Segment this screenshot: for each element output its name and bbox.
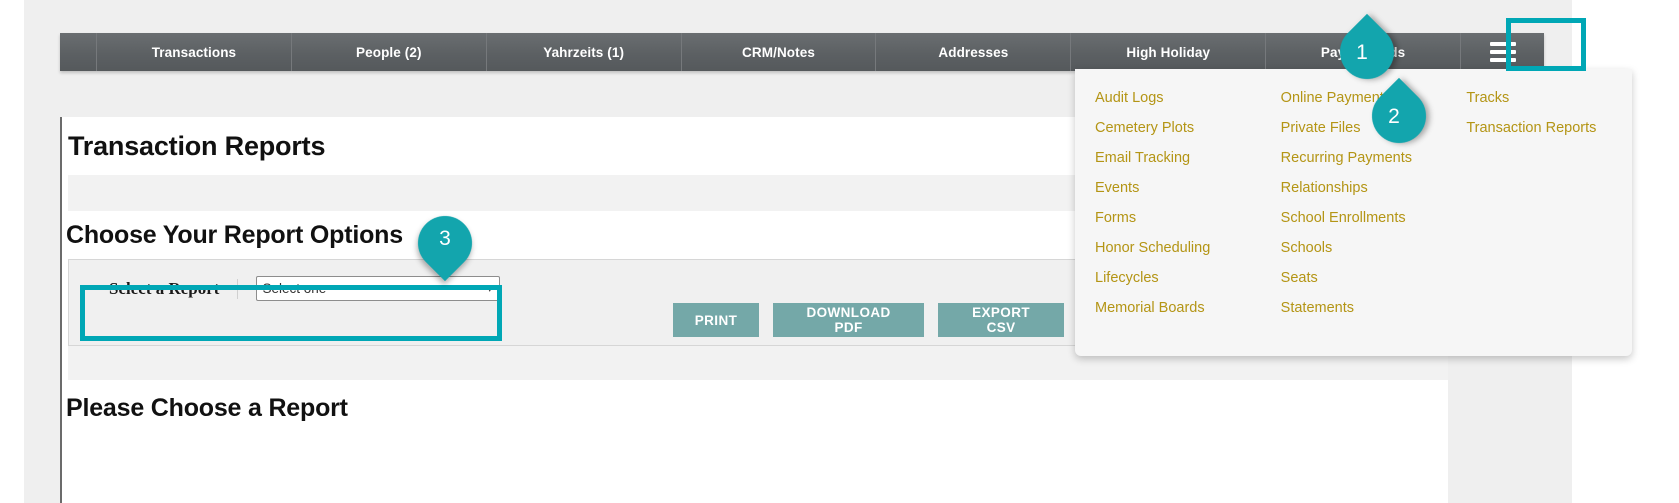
callout-marker-3: 3	[406, 204, 484, 282]
menu-item-tracks[interactable]: Tracks	[1466, 83, 1632, 113]
app-screenshot: Transactions People (2) Yahrzeits (1) CR…	[0, 0, 1679, 503]
menu-item-memorial-boards[interactable]: Memorial Boards	[1095, 293, 1261, 323]
export-csv-button[interactable]: EXPORT CSV	[938, 303, 1064, 337]
nav-tab-yahrzeits[interactable]: Yahrzeits (1)	[485, 33, 681, 71]
nav-tab-label: High Holiday	[1126, 44, 1211, 60]
empty-state-title: Please Choose a Report	[66, 394, 348, 422]
menu-item-schools[interactable]: Schools	[1281, 233, 1447, 263]
menu-item-recurring-payments[interactable]: Recurring Payments	[1281, 143, 1447, 173]
nav-tab-high-holiday[interactable]: High Holiday	[1070, 33, 1265, 71]
callout-number: 3	[439, 226, 451, 250]
select-report-wrapper: Select one ▾	[256, 276, 501, 301]
menu-column-1: Audit Logs Cemetery Plots Email Tracking…	[1075, 83, 1261, 356]
callout-marker-2: 2	[1360, 77, 1438, 155]
nav-tab-label: Addresses	[938, 44, 1009, 60]
callout-number: 1	[1356, 40, 1368, 64]
menu-item-honor-scheduling[interactable]: Honor Scheduling	[1095, 233, 1261, 263]
callout-marker-1: 1	[1328, 13, 1406, 91]
select-report-label: Select a Report	[109, 278, 239, 299]
menu-item-cemetery-plots[interactable]: Cemetery Plots	[1095, 113, 1261, 143]
select-report-dropdown[interactable]: Select one	[256, 276, 501, 301]
nav-tab-label: Yahrzeits (1)	[543, 44, 625, 60]
menu-item-school-enrollments[interactable]: School Enrollments	[1281, 203, 1447, 233]
menu-column-3: Tracks Transaction Reports	[1446, 83, 1632, 356]
nav-tab-transactions[interactable]: Transactions	[96, 33, 291, 71]
navigation-dropdown-menu: Audit Logs Cemetery Plots Email Tracking…	[1075, 69, 1632, 356]
menu-item-audit-logs[interactable]: Audit Logs	[1095, 83, 1261, 113]
menu-item-events[interactable]: Events	[1095, 173, 1261, 203]
nav-tab-addresses[interactable]: Addresses	[875, 33, 1070, 71]
download-pdf-button[interactable]: DOWNLOAD PDF	[773, 303, 925, 337]
nav-tab-people[interactable]: People (2)	[290, 33, 486, 71]
nav-tab-label: Transactions	[151, 44, 237, 60]
menu-item-email-tracking[interactable]: Email Tracking	[1095, 143, 1261, 173]
menu-item-seats[interactable]: Seats	[1281, 263, 1447, 293]
menu-item-transaction-reports[interactable]: Transaction Reports	[1466, 113, 1632, 143]
menu-item-relationships[interactable]: Relationships	[1281, 173, 1447, 203]
menu-item-lifecycles[interactable]: Lifecycles	[1095, 263, 1261, 293]
nav-tab-label: People (2)	[356, 44, 422, 60]
nav-left-spacer	[60, 33, 96, 71]
menu-item-forms[interactable]: Forms	[1095, 203, 1261, 233]
callout-number: 2	[1388, 104, 1400, 128]
nav-tab-crm-notes[interactable]: CRM/Notes	[680, 33, 876, 71]
print-button[interactable]: PRINT	[673, 303, 759, 337]
nav-tab-label: CRM/Notes	[742, 44, 815, 60]
primary-navigation-bar: Transactions People (2) Yahrzeits (1) CR…	[60, 33, 1544, 71]
menu-item-statements[interactable]: Statements	[1281, 293, 1447, 323]
highlight-box-hamburger	[1506, 18, 1586, 71]
